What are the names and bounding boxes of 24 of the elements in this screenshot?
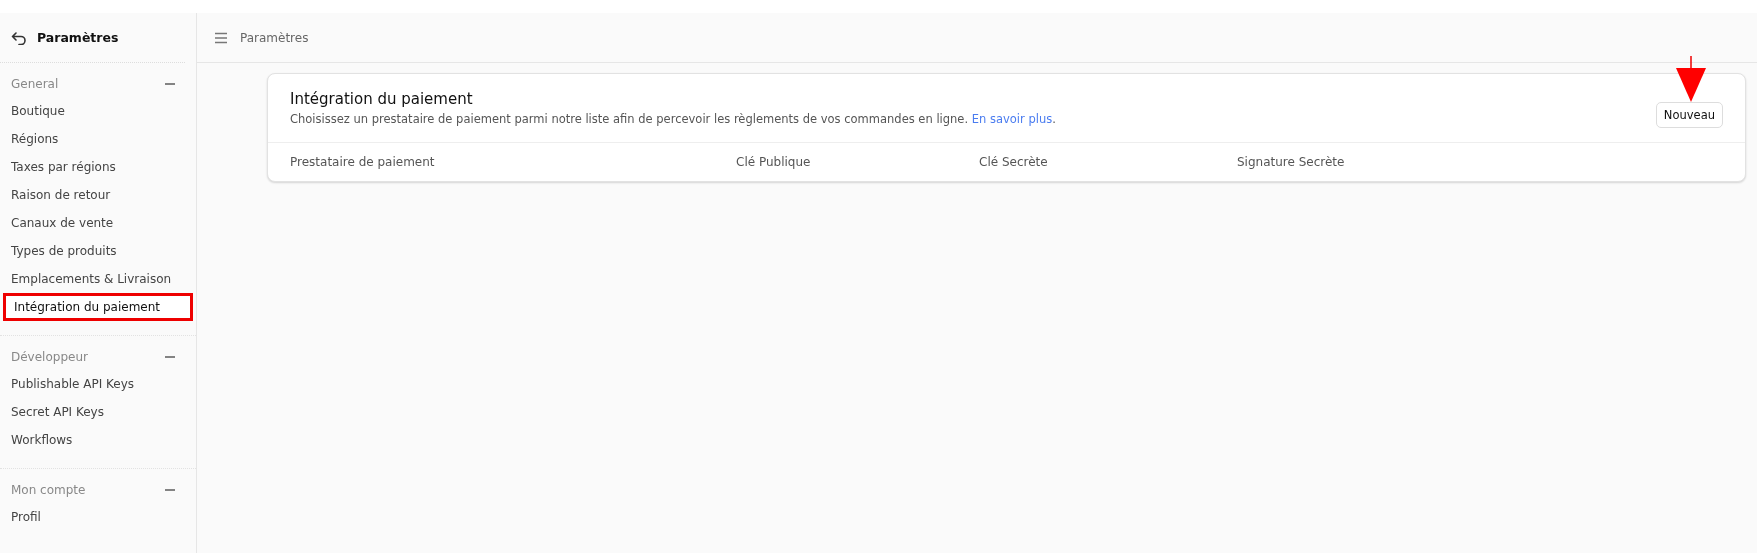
sidebar-item[interactable]: Canaux de vente [3,209,193,237]
sidebar-item[interactable]: Types de produits [3,237,193,265]
card-description: Choisissez un prestataire de paiement parmi notre liste afin de percevoir les règlements de vos commandes en ligne. En savoir plus. [290,112,1056,126]
column-header: Prestataire de paiement [290,155,436,169]
sidebar-title: Paramètres [37,30,119,45]
column-header: Clé Publique [736,155,812,169]
sidebar-item[interactable]: Boutique [3,97,193,125]
sidebar-item[interactable]: Publishable API Keys [3,370,193,398]
sidebar-item[interactable]: Intégration du paiement [3,293,193,321]
column-header: Signature Secrète [1237,155,1345,169]
sidebar-item[interactable]: Workflows [3,426,193,454]
section-label: General [11,77,59,91]
section-label: Mon compte [11,483,86,497]
section-label: Développeur [11,350,88,364]
breadcrumb: Paramètres [240,30,309,45]
new-button[interactable]: Nouveau [1655,102,1723,128]
sidebar-item[interactable]: Taxes par régions [3,153,193,181]
sidebar-item[interactable]: Régions [3,125,193,153]
sidebar-item[interactable]: Profil [3,503,193,531]
sidebar-item[interactable]: Raison de retour [3,181,193,209]
card-title: Intégration du paiement [290,90,474,108]
sidebar-item[interactable]: Secret API Keys [3,398,193,426]
sidebar-item[interactable]: Emplacements & Livraison [3,265,193,293]
column-header: Clé Secrète [979,155,1049,169]
